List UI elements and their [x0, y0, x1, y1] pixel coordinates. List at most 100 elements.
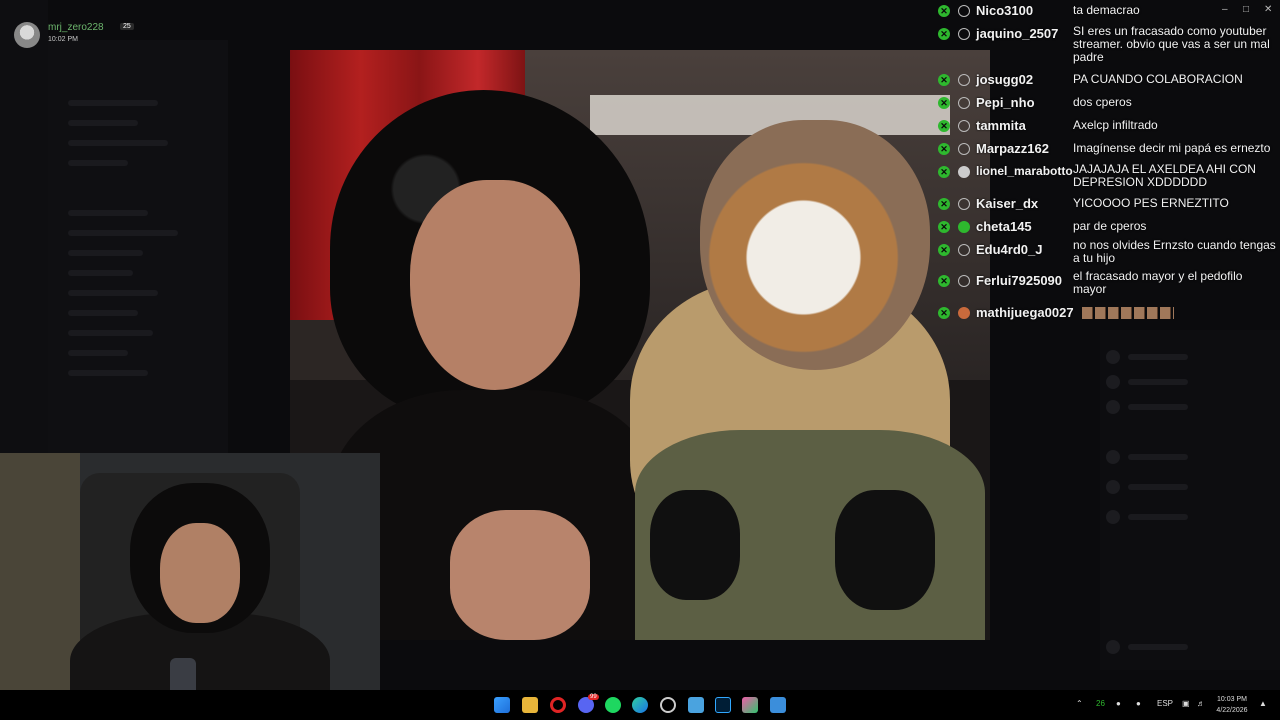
black-glove-left [650, 490, 740, 600]
mod-badge-icon: ✕ [938, 97, 950, 109]
user-icon [958, 244, 970, 256]
channel-item [68, 120, 138, 126]
opera-icon[interactable] [550, 697, 566, 713]
streamer-face [160, 523, 240, 623]
notification-badge: 25 [120, 23, 134, 30]
member-avatar [1106, 375, 1120, 389]
language-indicator[interactable]: ESP [1157, 699, 1173, 708]
chat-text: Imagínense decir mi papá es ernezto [1073, 141, 1271, 155]
taskbar-clock[interactable]: 10:03 PM 4/22/2026 [1212, 694, 1252, 716]
edge-icon[interactable] [632, 697, 648, 713]
user-icon [958, 198, 970, 210]
chat-username: josugg02 [976, 72, 1034, 87]
notification-time: 10:02 PM [48, 36, 78, 43]
chat-username: Kaiser_dx [976, 196, 1039, 211]
user-icon [958, 28, 970, 40]
webcam-overlay [0, 453, 380, 720]
member-name [1128, 404, 1188, 410]
user-icon [958, 5, 970, 17]
channel-item [68, 370, 148, 376]
black-glove-right [835, 490, 935, 610]
chat-username: mathijuega0027 [976, 305, 1074, 320]
member-name [1128, 514, 1188, 520]
mod-badge-icon: ✕ [938, 244, 950, 256]
channel-list [48, 40, 228, 460]
channel-item [68, 230, 178, 236]
member-name [1128, 484, 1188, 490]
channel-item [68, 330, 153, 336]
member-list [1100, 330, 1280, 670]
taskbar: 99 ⌃ 26 ● ● ESP ▣ ♬ 10:03 PM 4/22/2026 ▲ [0, 690, 1280, 720]
member-name [1128, 644, 1188, 650]
notification-bell-icon[interactable]: ▲ [1259, 699, 1267, 708]
chat-text: Axelcp infiltrado [1073, 118, 1158, 132]
microphone-icon[interactable]: ● [1136, 699, 1141, 708]
smiling-face [410, 180, 580, 390]
chat-text: el fracasado mayor y el pedofilo mayor [1073, 269, 1243, 296]
clock-date: 4/22/2026 [1216, 707, 1248, 714]
chat-overlay: ✕ Nico3100 ta demacrao ✕ jaquino_2507 SI… [930, 0, 1280, 330]
chat-text: PA CUANDO COLABORACION [1073, 72, 1243, 86]
channel-item [68, 100, 158, 106]
photoshop-icon[interactable] [715, 697, 731, 713]
game-controller-icon[interactable]: ● [1116, 699, 1121, 708]
chevron-up-icon[interactable]: ⌃ [1076, 699, 1083, 708]
mod-badge-icon: ✕ [938, 221, 950, 233]
member-name [1128, 354, 1188, 360]
windows-start-icon[interactable] [494, 697, 510, 713]
app-icon[interactable] [770, 697, 786, 713]
chat-text: dos cperos [1073, 95, 1132, 109]
member-avatar [1106, 480, 1120, 494]
thumbs-hand [450, 510, 590, 640]
chat-text: no nos olvides Ernzsto cuando tengas a t… [1073, 238, 1276, 265]
channel-item [68, 250, 143, 256]
member-avatar [1106, 450, 1120, 464]
notification-username: mrj_zero228 [48, 22, 104, 33]
server-sidebar [0, 0, 48, 460]
file-explorer-icon[interactable] [522, 697, 538, 713]
wooden-door [0, 453, 80, 720]
chat-username: cheta145 [976, 219, 1032, 234]
channel-item [68, 160, 128, 166]
mod-badge-icon: ✕ [938, 120, 950, 132]
chat-username: lionel_marabotto [976, 164, 1073, 178]
member-name [1128, 379, 1188, 385]
mod-badge-icon: ✕ [938, 307, 950, 319]
channel-item [68, 310, 138, 316]
game-icon[interactable] [742, 697, 758, 713]
settings-icon[interactable] [660, 697, 676, 713]
mod-badge-icon: ✕ [938, 28, 950, 40]
member-avatar [1106, 510, 1120, 524]
mod-badge-icon: ✕ [938, 74, 950, 86]
member-avatar [1106, 640, 1120, 654]
channel-item [68, 210, 148, 216]
channel-item [68, 350, 128, 356]
notepad-icon[interactable] [688, 697, 704, 713]
shared-photo [290, 50, 990, 640]
tray-number[interactable]: 26 [1096, 699, 1105, 708]
chat-username: tammita [976, 118, 1026, 133]
discord-badge: 99 [588, 694, 599, 700]
member-avatar [1106, 350, 1120, 364]
user-icon [958, 275, 970, 287]
user-icon [958, 74, 970, 86]
mod-badge-icon: ✕ [938, 198, 950, 210]
volume-icon[interactable]: ♬ [1197, 699, 1205, 708]
spotify-icon[interactable] [605, 697, 621, 713]
chat-text: par de cperos [1073, 219, 1147, 233]
avatar [14, 22, 40, 48]
mod-badge-icon: ✕ [938, 5, 950, 17]
user-icon [958, 143, 970, 155]
chat-text: YICOOOO PES ERNEZTITO [1073, 196, 1229, 210]
member-name [1128, 454, 1188, 460]
chat-username: Marpazz162 [976, 141, 1049, 156]
chat-username: jaquino_2507 [976, 26, 1059, 41]
user-notification: mrj_zero228 25 10:02 PM [14, 20, 154, 48]
chat-text: JAJAJAJA EL AXELDEA AHI CON DEPRESION XD… [1073, 162, 1256, 189]
channel-item [68, 270, 133, 276]
clock-time: 10:03 PM [1217, 696, 1247, 703]
mod-badge-icon: ✕ [938, 275, 950, 287]
channel-item [68, 140, 168, 146]
network-icon[interactable]: ▣ [1182, 699, 1190, 708]
chat-text: SI eres un fracasado como youtuber strea… [1073, 24, 1270, 64]
